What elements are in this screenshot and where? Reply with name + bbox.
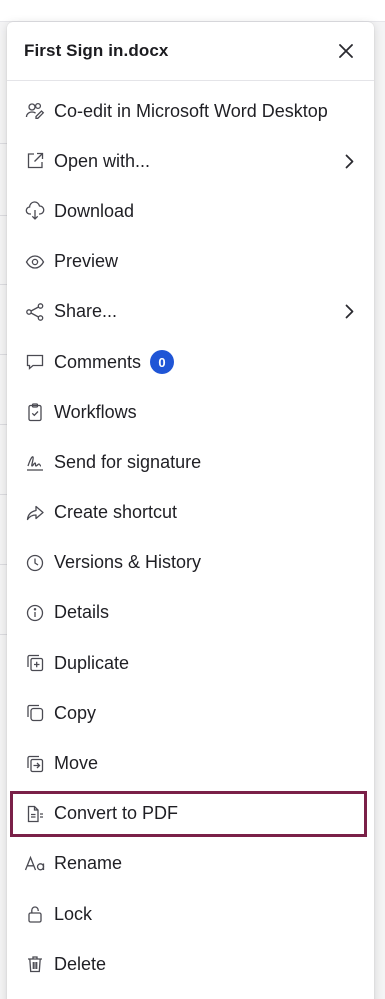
convert-pdf-icon (24, 803, 46, 825)
menu-item-label: Co-edit in Microsoft Word Desktop (54, 100, 328, 121)
menu-item-create-shortcut[interactable]: Create shortcut (7, 488, 374, 538)
eye-icon (24, 251, 46, 273)
menu-item-move[interactable]: Move (7, 738, 374, 788)
close-button[interactable] (336, 41, 356, 61)
menu-item-label: Share... (54, 301, 118, 322)
menu-item-duplicate[interactable]: Duplicate (7, 638, 374, 688)
chevron-right-icon (342, 153, 356, 169)
background-header-strip (0, 0, 385, 22)
menu-item-label: Move (54, 753, 99, 774)
lock-icon (24, 903, 46, 925)
menu-item-label: Open with... (54, 150, 151, 171)
menu-item-label: Workflows (54, 401, 137, 422)
info-icon (24, 602, 46, 624)
file-actions-menu: First Sign in.docx Co-edit in Microsoft … (7, 22, 374, 999)
menu-item-label: Download (54, 200, 135, 221)
menu-item-share[interactable]: Share... (7, 287, 374, 337)
menu-item-details[interactable]: Details (7, 588, 374, 638)
menu-item-label: Lock (54, 903, 93, 924)
rename-aa-icon (24, 853, 46, 875)
menu-item-label: Create shortcut (54, 502, 178, 523)
menu-item-label: Delete (54, 953, 107, 974)
menu-item-label: Copy (54, 702, 97, 723)
menu-item-label: Versions & History (54, 552, 202, 573)
menu-item-label: Comments (54, 351, 142, 372)
menu-item-send-for-signature[interactable]: Send for signature (7, 437, 374, 487)
copy-icon (24, 702, 46, 724)
share-icon (24, 301, 46, 323)
menu-item-label: Rename (54, 853, 123, 874)
menu-header: First Sign in.docx (7, 22, 374, 81)
menu-item-rename[interactable]: Rename (7, 839, 374, 889)
co-edit-icon (24, 100, 46, 122)
file-name-title: First Sign in.docx (24, 41, 169, 60)
menu-list: Co-edit in Microsoft Word Desktop Open w… (7, 81, 374, 989)
menu-item-copy[interactable]: Copy (7, 688, 374, 738)
menu-item-download[interactable]: Download (7, 186, 374, 236)
menu-item-preview[interactable]: Preview (7, 237, 374, 287)
menu-item-delete[interactable]: Delete (7, 939, 374, 989)
menu-item-label: Preview (54, 251, 119, 272)
clipboard-check-icon (24, 401, 46, 423)
menu-item-workflows[interactable]: Workflows (7, 387, 374, 437)
menu-item-label: Send for signature (54, 451, 202, 472)
signature-icon (24, 451, 46, 473)
menu-item-label: Convert to PDF (54, 803, 179, 824)
cloud-download-icon (24, 200, 46, 222)
menu-item-label: Duplicate (54, 652, 130, 673)
move-icon (24, 753, 46, 775)
menu-item-versions-history[interactable]: Versions & History (7, 538, 374, 588)
menu-item-convert-to-pdf[interactable]: Convert to PDF (7, 789, 374, 839)
menu-item-co-edit[interactable]: Co-edit in Microsoft Word Desktop (7, 86, 374, 136)
close-icon (339, 44, 353, 58)
menu-item-lock[interactable]: Lock (7, 889, 374, 939)
chevron-right-icon (342, 304, 356, 320)
duplicate-icon (24, 652, 46, 674)
open-external-icon (24, 150, 46, 172)
comments-count-badge: 0 (150, 350, 175, 375)
trash-icon (24, 953, 46, 975)
menu-item-label: Details (54, 602, 110, 623)
menu-item-open-with[interactable]: Open with... (7, 136, 374, 186)
clock-icon (24, 552, 46, 574)
comment-icon (24, 351, 46, 373)
shortcut-arrow-icon (24, 502, 46, 524)
menu-item-comments[interactable]: Comments 0 (7, 337, 374, 387)
